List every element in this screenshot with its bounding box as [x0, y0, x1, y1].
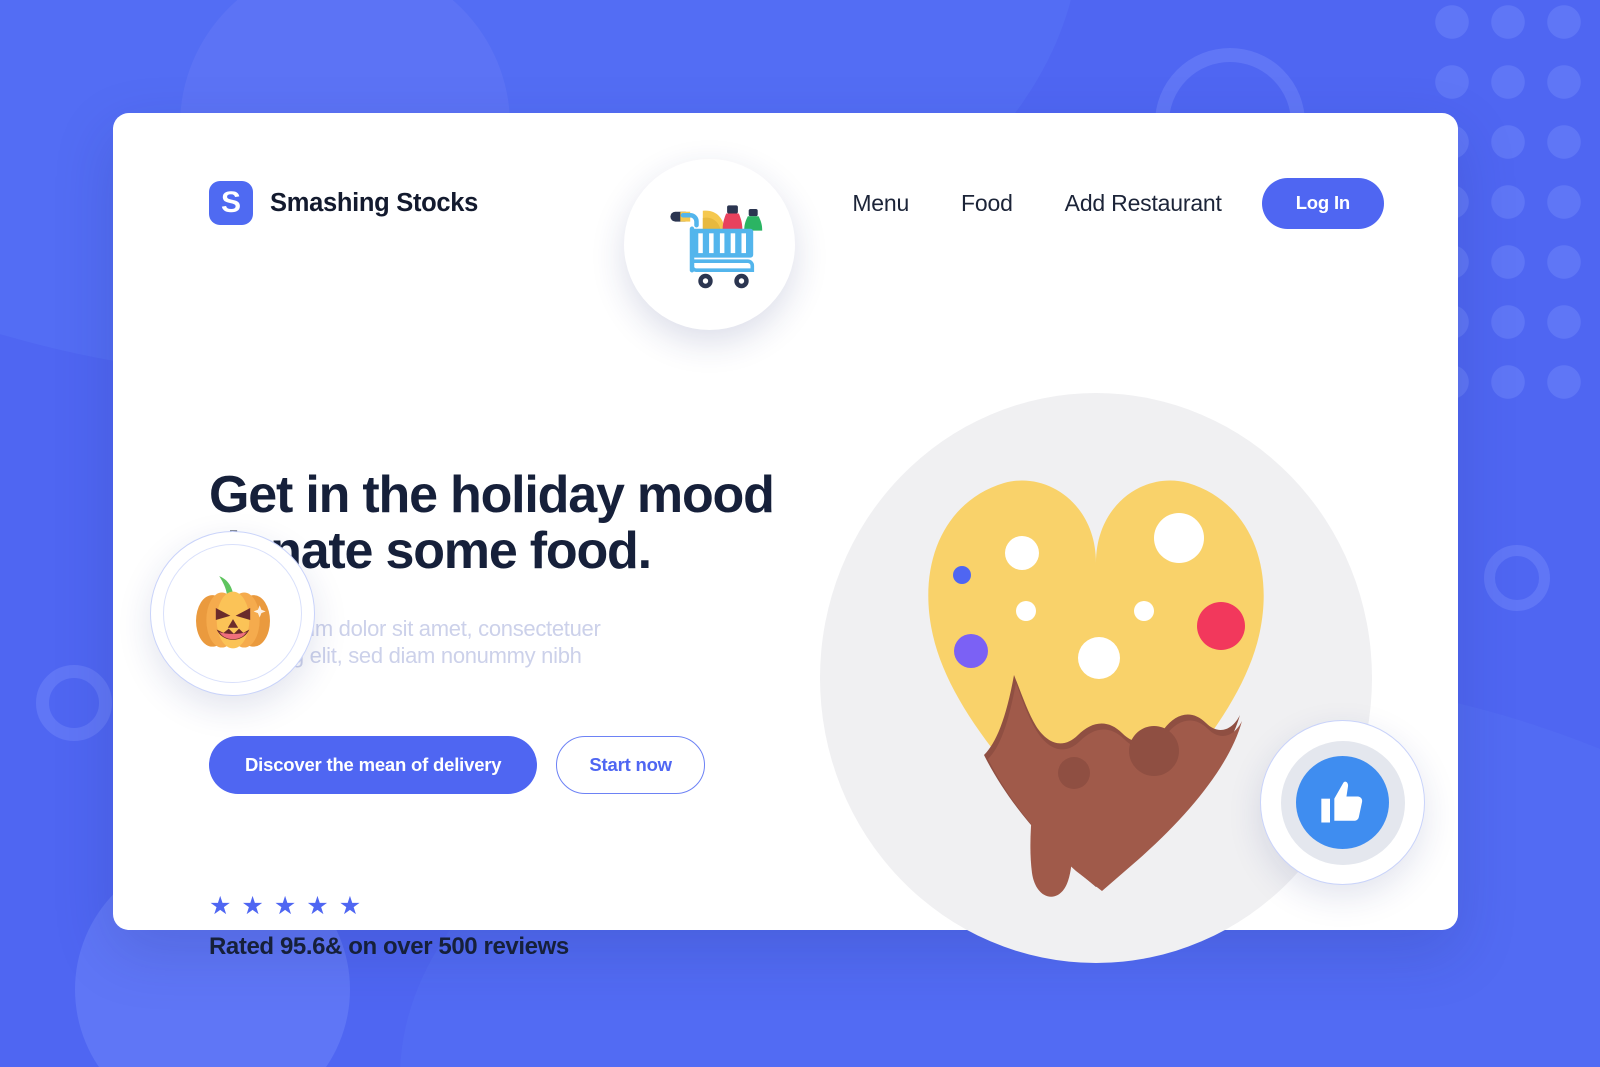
star-icon: ★: [306, 891, 329, 920]
rating-text: Rated 95.6& on over 500 reviews: [209, 932, 569, 960]
brand[interactable]: S Smashing Stocks: [209, 181, 478, 225]
discover-delivery-button[interactable]: Discover the mean of delivery: [209, 735, 538, 794]
star-rating: ★ ★ ★ ★ ★: [209, 891, 829, 920]
main-navigation: Menu Food Add Restaurant Log In: [826, 177, 1384, 229]
page-title: Get in the holiday mood donate some food…: [209, 466, 829, 579]
landing-page-card: S Smashing Stocks Menu Food Add Restaura…: [113, 113, 1458, 963]
decorative-ring-right: [1484, 545, 1550, 611]
nav-link-add-restaurant[interactable]: Add Restaurant: [1039, 190, 1248, 217]
cta-row: Discover the mean of delivery Start now: [209, 735, 829, 794]
nav-link-menu[interactable]: Menu: [826, 190, 935, 217]
pumpkin-badge[interactable]: [150, 531, 315, 696]
brand-name: Smashing Stocks: [270, 188, 479, 217]
jack-o-lantern-icon: [195, 575, 270, 648]
shopping-cart-badge[interactable]: [624, 159, 795, 330]
headline-line-1: Get in the holiday mood: [209, 466, 775, 524]
hero-illustration: [820, 393, 1372, 963]
start-now-button[interactable]: Start now: [556, 735, 705, 794]
thumbs-up-badge-core: [1296, 756, 1389, 849]
rating-block: ★ ★ ★ ★ ★ Rated 95.6& on over 500 review…: [209, 891, 829, 961]
pumpkin-badge-inner: [163, 544, 302, 683]
login-button[interactable]: Log In: [1261, 177, 1384, 229]
shopping-cart-icon: [669, 204, 762, 288]
thumbs-up-badge-ring: [1280, 740, 1405, 865]
hero-copy: Get in the holiday mood donate some food…: [209, 466, 829, 961]
thumbs-up-badge[interactable]: [1260, 720, 1425, 885]
star-icon: ★: [241, 891, 264, 920]
star-icon: ★: [209, 891, 232, 920]
logo-icon: S: [209, 181, 253, 225]
decorative-ring-left: [36, 665, 112, 741]
thumbs-up-icon: [1320, 781, 1362, 822]
star-icon: ★: [338, 891, 362, 920]
nav-link-food[interactable]: Food: [935, 190, 1039, 217]
chocolate-dipped-heart-icon: [928, 480, 1264, 897]
star-icon: ★: [273, 891, 297, 920]
